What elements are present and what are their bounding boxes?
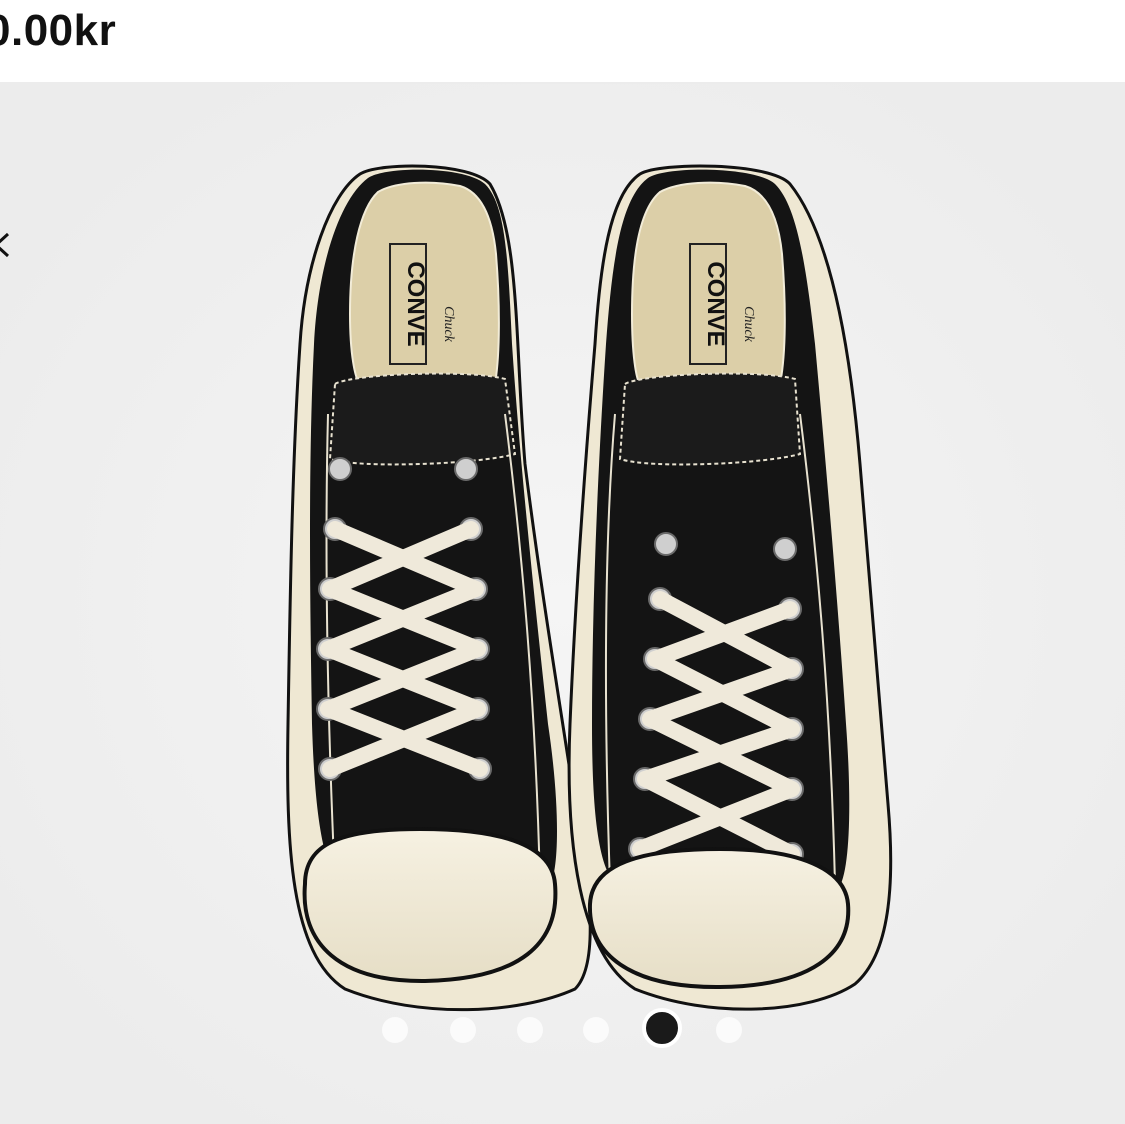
chevron-left-icon[interactable] [0, 230, 18, 260]
carousel-dot-6[interactable] [716, 1017, 742, 1043]
svg-text:CONVE: CONVE [702, 261, 729, 346]
carousel-dot-1[interactable] [382, 1017, 408, 1043]
svg-text:Chuck: Chuck [741, 306, 756, 343]
carousel-dot-4[interactable] [583, 1017, 609, 1043]
product-image: CONVE Chuck CONVE Chuck [0, 84, 1125, 1124]
svg-text:Chuck: Chuck [441, 306, 456, 343]
svg-text:CONVE: CONVE [402, 261, 429, 346]
carousel-dot-3[interactable] [517, 1017, 543, 1043]
carousel-indicators [0, 1008, 1125, 1050]
product-image-gallery[interactable]: CONVE Chuck CONVE Chuck [0, 84, 1125, 1124]
product-price: 0.00kr [0, 6, 117, 55]
carousel-dot-2[interactable] [450, 1017, 476, 1043]
price-header: 0.00kr [0, 0, 1125, 84]
carousel-dot-5-active[interactable] [642, 1008, 682, 1048]
